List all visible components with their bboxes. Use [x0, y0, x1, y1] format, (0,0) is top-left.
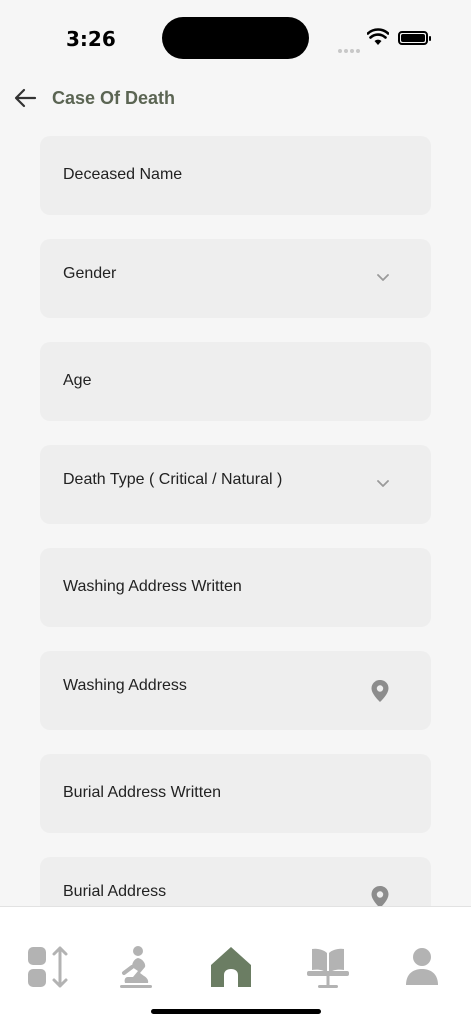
profile-icon[interactable]: [398, 943, 446, 991]
prayer-icon[interactable]: [112, 943, 160, 991]
dynamic-island: [162, 17, 309, 59]
reorder-icon[interactable]: [24, 943, 72, 991]
age-field[interactable]: Age: [40, 342, 431, 421]
battery-icon: [398, 31, 431, 45]
wifi-icon: [367, 28, 389, 45]
washing-address-location-field[interactable]: Washing Address: [40, 651, 431, 730]
field-label: Gender: [63, 265, 117, 282]
gender-select[interactable]: Gender: [40, 239, 431, 318]
field-label: Age: [63, 372, 92, 389]
field-label: Burial Address: [63, 883, 167, 900]
page-title: Case Of Death: [52, 88, 176, 108]
cellular-signal-icon: [338, 40, 362, 58]
bottom-navigation: [0, 906, 471, 1024]
chevron-down-icon: [377, 480, 389, 487]
field-label: Washing Address: [63, 677, 187, 694]
location-pin-icon[interactable]: [370, 679, 390, 703]
field-label: Deceased Name: [63, 166, 183, 183]
washing-address-written-field[interactable]: Washing Address Written: [40, 548, 431, 627]
death-type-select[interactable]: Death Type ( Critical / Natural ): [40, 445, 431, 524]
field-label: Washing Address Written: [63, 578, 242, 595]
home-icon[interactable]: [207, 943, 255, 991]
field-label: Death Type ( Critical / Natural ): [63, 471, 283, 488]
deceased-name-field[interactable]: Deceased Name: [40, 136, 431, 215]
status-bar: 3:26: [0, 0, 471, 76]
burial-address-written-field[interactable]: Burial Address Written: [40, 754, 431, 833]
status-time: 3:26: [66, 27, 116, 51]
back-arrow-icon[interactable]: [12, 86, 40, 110]
home-indicator: [151, 1009, 321, 1014]
field-label: Burial Address Written: [63, 784, 221, 801]
page-header: Case Of Death: [0, 78, 471, 118]
quran-stand-icon[interactable]: [304, 943, 352, 991]
chevron-down-icon: [377, 274, 389, 281]
